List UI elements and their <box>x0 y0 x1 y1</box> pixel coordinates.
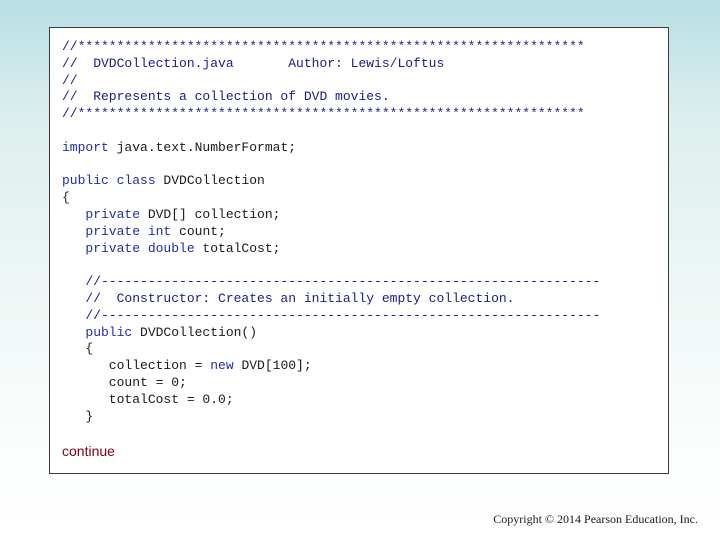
code-comment: //--------------------------------------… <box>62 274 601 290</box>
code-line: //**************************************… <box>62 106 600 123</box>
code-line: private DVD[] collection; <box>62 207 600 224</box>
code-line: // Constructor: Creates an initially emp… <box>62 291 600 308</box>
code-keyword: public <box>62 324 133 340</box>
code-line: //--------------------------------------… <box>62 274 600 291</box>
code-line: // <box>62 73 600 90</box>
code-text: java.text.NumberFormat; <box>108 139 297 155</box>
code-text: DVD[100]; <box>233 358 312 374</box>
code-line: { <box>62 190 600 207</box>
code-text: count = 0; <box>62 374 187 390</box>
code-line: //**************************************… <box>62 39 600 56</box>
continue-label: continue <box>62 443 115 459</box>
code-keyword: private double <box>85 240 195 256</box>
code-line: { <box>62 341 600 358</box>
code-text: { <box>62 341 94 357</box>
code-line: import java.text.NumberFormat; <box>62 140 600 157</box>
code-line: collection = new DVD[100]; <box>62 358 600 375</box>
code-text: collection = <box>62 358 211 374</box>
code-line: } <box>62 409 600 426</box>
code-comment: // Constructor: Creates an initially emp… <box>62 290 515 306</box>
code-listing: //**************************************… <box>62 39 600 425</box>
code-panel: //**************************************… <box>49 27 669 474</box>
code-comment: //**************************************… <box>62 106 585 122</box>
code-line: public DVDCollection() <box>62 325 600 342</box>
code-text: DVDCollection <box>155 173 265 189</box>
code-comment: // <box>62 72 78 88</box>
code-text: DVDCollection() <box>132 324 258 340</box>
code-line: public class DVDCollection <box>62 173 600 190</box>
code-keyword: private <box>85 206 141 222</box>
code-text: totalCost = 0.0; <box>62 391 234 407</box>
code-text: totalCost; <box>194 240 281 256</box>
code-comment: // DVDCollection.java Author: Lewis/Loft… <box>62 55 445 71</box>
code-line: // Represents a collection of DVD movies… <box>62 89 600 106</box>
code-keyword: import <box>62 139 109 155</box>
code-comment: // Represents a collection of DVD movies… <box>62 89 390 105</box>
code-line: count = 0; <box>62 375 600 392</box>
code-text: } <box>62 408 94 424</box>
code-keyword: private int <box>85 223 172 239</box>
code-line: totalCost = 0.0; <box>62 392 600 409</box>
code-keyword: new <box>210 358 234 374</box>
code-line: private int count; <box>62 224 600 241</box>
copyright-notice: Copyright © 2014 Pearson Education, Inc. <box>493 512 698 526</box>
code-line: //--------------------------------------… <box>62 308 600 325</box>
code-keyword: public class <box>62 173 156 189</box>
code-comment: //--------------------------------------… <box>62 307 601 323</box>
code-line: private double totalCost; <box>62 241 600 258</box>
code-text: { <box>62 190 70 206</box>
code-comment: //**************************************… <box>62 39 585 54</box>
code-text: DVD[] collection; <box>140 206 281 222</box>
code-line: // DVDCollection.java Author: Lewis/Loft… <box>62 56 600 73</box>
code-text: count; <box>171 223 226 239</box>
